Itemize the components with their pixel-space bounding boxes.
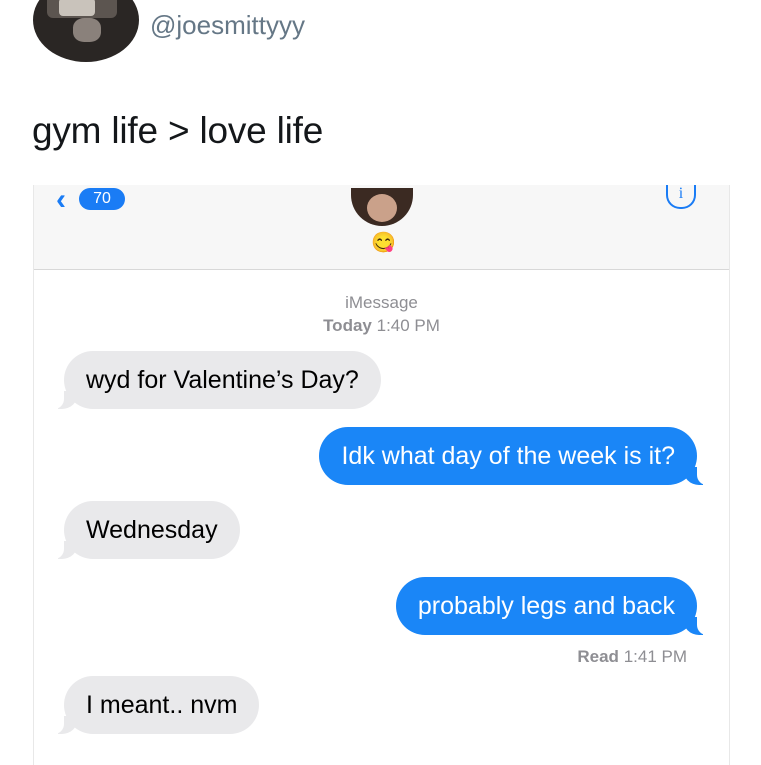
avatar-photo-part [73,18,101,42]
contact-face [367,194,397,222]
timestamp-time: 1:40 PM [376,316,440,335]
message-bubble-sent[interactable]: Idk what day of the week is it? [319,427,709,485]
read-receipt: Read 1:41 PM [577,647,687,667]
back-chevron-icon[interactable]: ‹ [56,185,66,215]
message-bubble-received[interactable]: I meant.. nvm [51,676,260,734]
imessage-nav-bar: ‹ 70 😋 i [34,185,729,270]
contact-avatar[interactable] [351,188,413,226]
message-bubble-received[interactable]: wyd for Valentine’s Day? [52,351,381,409]
avatar-photo-part [59,0,95,16]
timestamp-day: Today [323,316,372,335]
unread-count-badge[interactable]: 70 [79,188,125,210]
message-bubble-received[interactable]: Wednesday [52,501,240,559]
service-label: iMessage [345,293,418,312]
tweet-text: gym life > love life [32,110,324,151]
imessage-screenshot: ‹ 70 😋 i iMessage Today 1:40 PM wyd for … [33,185,730,765]
contact-name-emoji[interactable]: 😋 [371,231,396,255]
message-bubble-sent[interactable]: probably legs and back [395,577,710,635]
read-label: Read [577,647,619,666]
read-time: 1:41 PM [623,647,687,666]
profile-avatar[interactable] [33,0,139,62]
info-icon[interactable]: i [666,185,696,209]
user-handle[interactable]: @joesmittyyy [150,10,305,41]
message-timestamp: Today 1:40 PM [34,316,729,336]
